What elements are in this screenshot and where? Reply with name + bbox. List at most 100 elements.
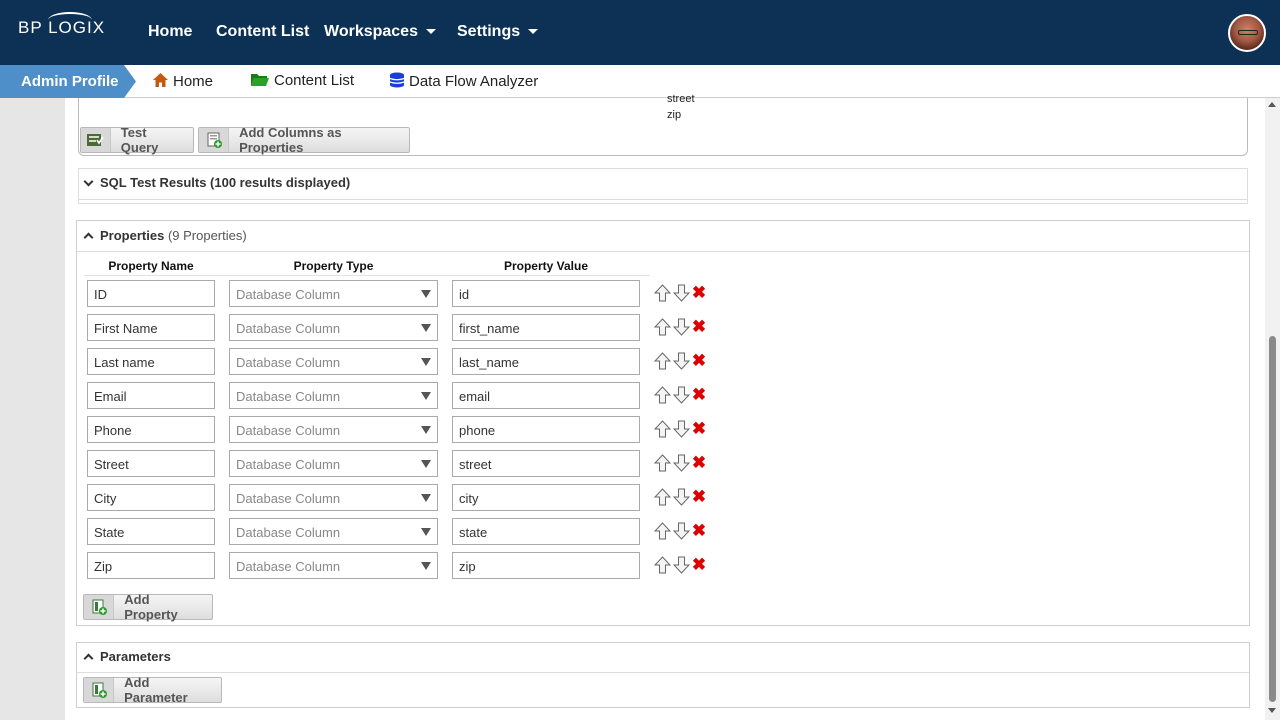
property-value-input[interactable]: id (452, 280, 640, 307)
parameters-panel (76, 642, 1250, 708)
move-down-icon[interactable] (672, 555, 690, 575)
property-type-value: Database Column (236, 525, 341, 540)
nav-content-list[interactable]: Content List (216, 23, 309, 41)
add-columns-as-properties-button[interactable]: Add Columns as Properties (198, 125, 410, 155)
chevron-down-icon (425, 29, 436, 35)
breadcrumb: Admin Profile Home Content List Data Flo… (0, 65, 1280, 98)
nav-workspaces-label: Workspaces (324, 23, 418, 40)
nav-home[interactable]: Home (148, 23, 192, 41)
add-parameter-button[interactable]: Add Parameter (83, 675, 222, 705)
property-type-select[interactable]: Database Column (229, 314, 438, 341)
move-up-icon[interactable] (653, 419, 671, 439)
header-property-value: Property Value (503, 259, 589, 273)
property-name-input[interactable]: Phone (87, 416, 215, 443)
property-name-input[interactable]: Email (87, 382, 215, 409)
breadcrumb-content-list[interactable]: Content List (250, 72, 354, 89)
move-up-icon[interactable] (653, 351, 671, 371)
property-name-input[interactable]: ID (87, 280, 215, 307)
property-name-input[interactable]: First Name (87, 314, 215, 341)
breadcrumb-data-flow-analyzer-label: Data Flow Analyzer (409, 73, 539, 90)
delete-icon[interactable]: ✖ (691, 555, 707, 575)
move-down-icon[interactable] (672, 487, 690, 507)
property-type-select[interactable]: Database Column (229, 552, 438, 579)
property-type-select[interactable]: Database Column (229, 518, 438, 545)
property-value-input[interactable]: zip (452, 552, 640, 579)
table-row: Email Database Column email ✖ (87, 382, 717, 409)
property-name-input[interactable]: Last name (87, 348, 215, 375)
move-up-icon[interactable] (653, 521, 671, 541)
property-type-value: Database Column (236, 321, 341, 336)
move-down-icon[interactable] (672, 351, 690, 371)
property-value-input[interactable]: street (452, 450, 640, 477)
table-row: Zip Database Column zip ✖ (87, 552, 717, 579)
delete-icon[interactable]: ✖ (691, 283, 707, 303)
dropdown-arrow-icon (421, 358, 431, 366)
property-type-value: Database Column (236, 457, 341, 472)
property-type-select[interactable]: Database Column (229, 484, 438, 511)
row-actions: ✖ (653, 521, 707, 541)
property-type-select[interactable]: Database Column (229, 450, 438, 477)
property-name-input[interactable]: Street (87, 450, 215, 477)
dropdown-arrow-icon (421, 290, 431, 298)
property-value-input[interactable]: email (452, 382, 640, 409)
avatar-glasses (1238, 30, 1258, 35)
properties-header[interactable]: Properties (9 Properties) (83, 228, 247, 243)
move-down-icon[interactable] (672, 283, 690, 303)
move-up-icon[interactable] (653, 555, 671, 575)
move-up-icon[interactable] (653, 487, 671, 507)
sql-test-results-header[interactable]: SQL Test Results (100 results displayed) (83, 175, 350, 190)
breadcrumb-home[interactable]: Home (152, 72, 213, 90)
move-down-icon[interactable] (672, 385, 690, 405)
breadcrumb-data-flow-analyzer[interactable]: Data Flow Analyzer (389, 72, 538, 90)
top-navigation: BP LOGIX Home Content List Workspaces Se… (0, 0, 1280, 65)
row-actions: ✖ (653, 317, 707, 337)
move-up-icon[interactable] (653, 453, 671, 473)
property-value-input[interactable]: phone (452, 416, 640, 443)
move-up-icon[interactable] (653, 283, 671, 303)
property-value-input[interactable]: first_name (452, 314, 640, 341)
parameters-header[interactable]: Parameters (83, 649, 171, 664)
move-down-icon[interactable] (672, 453, 690, 473)
move-down-icon[interactable] (672, 317, 690, 337)
delete-icon[interactable]: ✖ (691, 419, 707, 439)
delete-icon[interactable]: ✖ (691, 351, 707, 371)
dropdown-arrow-icon (421, 528, 431, 536)
property-type-select[interactable]: Database Column (229, 280, 438, 307)
property-value-input[interactable]: last_name (452, 348, 640, 375)
add-parameter-icon (84, 678, 115, 702)
delete-icon[interactable]: ✖ (691, 317, 707, 337)
move-down-icon[interactable] (672, 521, 690, 541)
user-avatar[interactable] (1228, 14, 1266, 52)
property-type-select[interactable]: Database Column (229, 348, 438, 375)
delete-icon[interactable]: ✖ (691, 487, 707, 507)
property-type-select[interactable]: Database Column (229, 382, 438, 409)
move-up-icon[interactable] (653, 317, 671, 337)
scrollbar-thumb[interactable] (1269, 336, 1276, 702)
delete-icon[interactable]: ✖ (691, 521, 707, 541)
row-actions: ✖ (653, 283, 707, 303)
table-row: City Database Column city ✖ (87, 484, 717, 511)
database-icon (389, 72, 405, 88)
scroll-up-arrow-icon[interactable] (1268, 102, 1276, 107)
delete-icon[interactable]: ✖ (691, 385, 707, 405)
nav-workspaces[interactable]: Workspaces (324, 23, 436, 41)
move-down-icon[interactable] (672, 419, 690, 439)
page-scrollbar[interactable] (1265, 98, 1280, 720)
nav-settings[interactable]: Settings (457, 23, 539, 41)
property-type-select[interactable]: Database Column (229, 416, 438, 443)
breadcrumb-admin-profile[interactable]: Admin Profile (0, 65, 136, 98)
add-property-button[interactable]: Add Property (83, 592, 213, 622)
divider (77, 251, 1249, 252)
property-value-input[interactable]: city (452, 484, 640, 511)
scroll-down-arrow-icon[interactable] (1268, 708, 1276, 713)
header-divider (84, 275, 650, 276)
move-up-icon[interactable] (653, 385, 671, 405)
property-value-input[interactable]: state (452, 518, 640, 545)
property-name-input[interactable]: Zip (87, 552, 215, 579)
property-name-input[interactable]: State (87, 518, 215, 545)
property-name-input[interactable]: City (87, 484, 215, 511)
delete-icon[interactable]: ✖ (691, 453, 707, 473)
test-query-button[interactable]: Test Query (80, 125, 194, 155)
add-property-icon (84, 595, 115, 619)
bp-logix-logo[interactable]: BP LOGIX (18, 12, 105, 38)
